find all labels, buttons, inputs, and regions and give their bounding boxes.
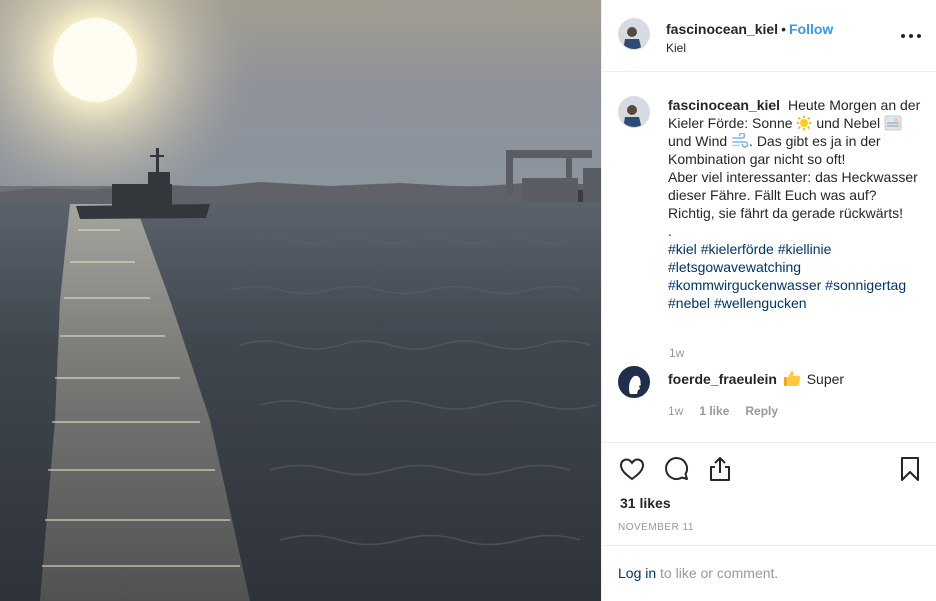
hashtag-link[interactable]: #kiel [668, 241, 697, 257]
comment-likes[interactable]: 1 like [699, 404, 729, 418]
comment-username[interactable]: foerde_fraeulein [668, 371, 777, 387]
hashtag-link[interactable]: #nebel [668, 295, 710, 311]
comment-icon[interactable] [662, 455, 690, 483]
caption-part-wind: und Wind [668, 133, 728, 149]
hashtag-link[interactable]: #kommwirguckenwasser [668, 277, 821, 293]
avatar[interactable] [618, 96, 650, 128]
caption-line3: . [668, 223, 672, 239]
post-sidebar: fascinocean_kiel • Follow Kiel fascinocean… [601, 0, 936, 601]
hashtag-link[interactable]: #letsgowavewatching [668, 259, 801, 275]
caption-time[interactable]: 1w [669, 346, 684, 360]
login-prompt-text: to like or comment. [656, 565, 779, 581]
avatar[interactable] [618, 18, 650, 50]
location-link[interactable]: Kiel [666, 40, 886, 56]
profile-photo-icon [619, 97, 649, 127]
comment-meta: 1w 1 like Reply [668, 404, 778, 418]
silhouette-profile-icon [619, 367, 649, 397]
caption-username[interactable]: fascinocean_kiel [668, 97, 780, 113]
caption-part-fog: und Nebel [816, 115, 881, 131]
comment-time[interactable]: 1w [668, 404, 683, 418]
comment-body: Super [806, 371, 845, 387]
share-icon[interactable] [706, 455, 734, 483]
reply-button[interactable]: Reply [745, 404, 778, 418]
caption-line2: Aber viel interessanter: das Heckwasser … [668, 169, 918, 221]
heart-icon[interactable] [618, 455, 646, 483]
hashtag-link[interactable]: #kielerförde [701, 241, 774, 257]
more-options-icon[interactable] [901, 28, 921, 44]
photo-harbor-sunrise [0, 0, 601, 601]
post-photo[interactable] [0, 0, 601, 601]
user-line: fascinocean_kiel • Follow [666, 20, 886, 38]
hashtag-link[interactable]: #wellengucken [714, 295, 807, 311]
separator-dot: • [781, 21, 786, 37]
post-header-text: fascinocean_kiel • Follow Kiel [666, 20, 886, 56]
hashtag-list: #kiel #kielerförde #kiellinie #letsgowav… [668, 240, 926, 312]
profile-photo-icon [619, 19, 649, 49]
likes-count[interactable]: 31 likes [620, 495, 671, 511]
post-header: fascinocean_kiel • Follow Kiel [602, 0, 936, 72]
fog-emoji-icon [884, 115, 902, 131]
wind-emoji-icon [732, 133, 749, 148]
comment-text: foerde_fraeulein Super [668, 370, 844, 388]
login-prompt: Log in to like or comment. [618, 565, 778, 581]
hashtag-link[interactable]: #kiellinie [778, 241, 832, 257]
follow-button[interactable]: Follow [789, 21, 833, 37]
post-actions: 31 likes NOVEMBER 11 [602, 443, 936, 546]
header-username[interactable]: fascinocean_kiel [666, 21, 778, 37]
thumbs-up-emoji-icon [783, 371, 801, 386]
avatar[interactable] [618, 366, 650, 398]
bookmark-icon[interactable] [896, 455, 924, 483]
post-date[interactable]: NOVEMBER 11 [618, 522, 694, 533]
login-link[interactable]: Log in [618, 565, 656, 581]
comments-section: fascinocean_kiel Heute Morgen an der Kie… [602, 72, 936, 443]
caption-text: fascinocean_kiel Heute Morgen an der Kie… [668, 96, 926, 312]
sun-emoji-icon [796, 115, 812, 131]
hashtag-link[interactable]: #sonnigertag [825, 277, 906, 293]
